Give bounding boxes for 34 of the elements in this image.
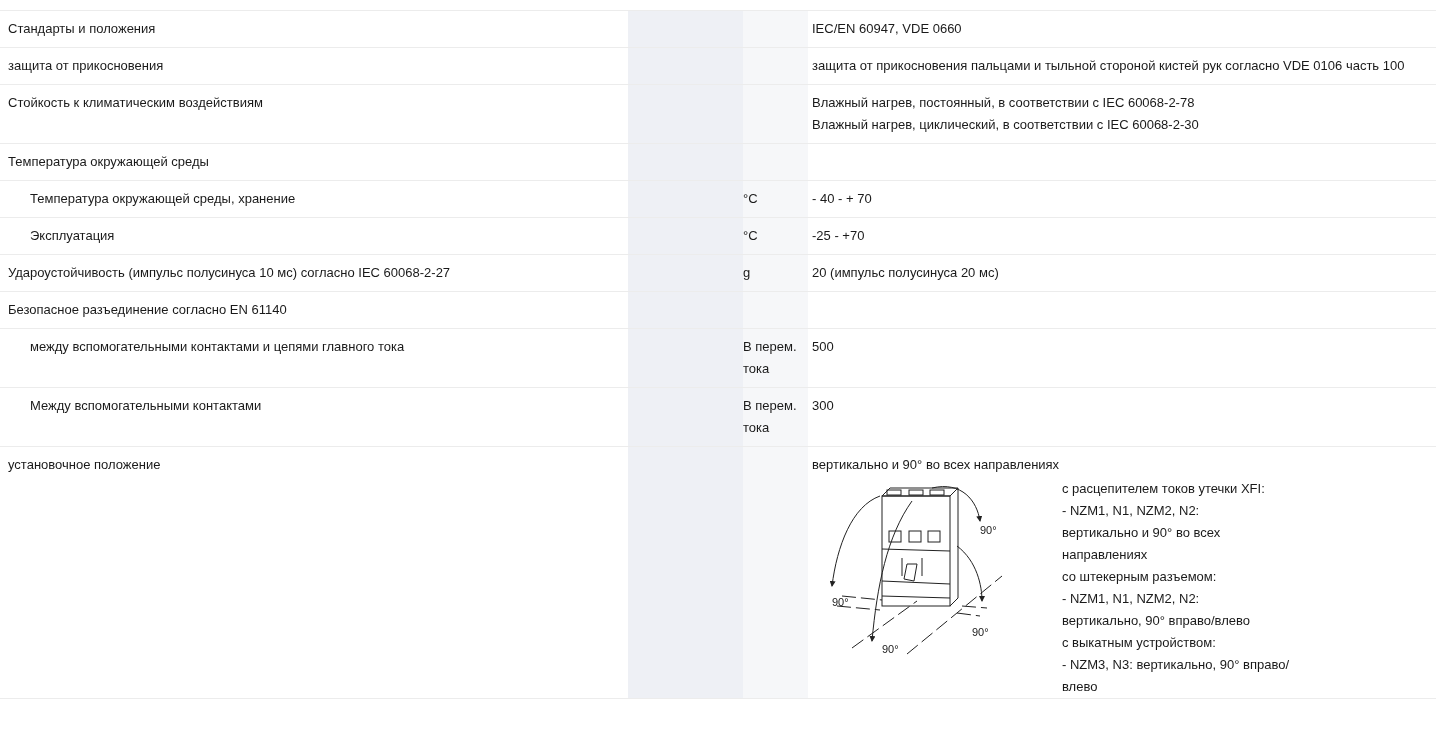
value-text: защита от прикосновения пальцами и тыльной стороной кистей рук согласно VDE 0106 часть 100	[812, 57, 1406, 75]
property-label: Безопасное разъединение согласно EN 61140	[8, 302, 287, 317]
property-label: Между вспомогательными контактами	[30, 398, 262, 413]
property-label: Температура окружающей среды, хранение	[30, 191, 296, 206]
property-label: Стандарты и положения	[8, 21, 156, 36]
unit-label: °C	[743, 227, 759, 245]
note-text: с расцепителем токов утечки XFI:	[1062, 480, 1266, 498]
value-text: - 40 - + 70	[812, 190, 873, 208]
note-text: - NZM1, N1, NZM2, N2:	[1062, 502, 1201, 520]
property-label: Стойкость к климатическим воздействиям	[8, 95, 263, 110]
value-text: вертикально и 90° во всех направлениях	[812, 456, 1061, 474]
breaker-orientation-drawing: 90° 90° 90° 90°	[812, 476, 1032, 666]
property-label: установочное положение	[8, 457, 161, 472]
unit-label: В перем. тока	[743, 338, 798, 378]
unit-label: °C	[743, 190, 759, 208]
value-text: -25 - +70	[812, 227, 866, 245]
property-label: Удароустойчивость (импульс полусинуса 10 мс) согласно IEC 60068-2-27	[8, 265, 451, 280]
value-text: Влажный нагрев, постоянный, в соответствии с IEC 60068-2-78	[812, 94, 1196, 112]
value-text: IEC/EN 60947, VDE 0660	[812, 20, 963, 38]
note-text: с выкатным устройством:	[1062, 634, 1217, 652]
note-text: со штекерным разъемом:	[1062, 568, 1218, 586]
value-text: 20 (импульс полусинуса 20 мс)	[812, 264, 1000, 282]
property-label: Эксплуатация	[30, 228, 115, 243]
value-text: Влажный нагрев, циклический, в соответствии с IEC 60068-2-30	[812, 116, 1200, 134]
property-label: Температура окружающей среды	[8, 154, 209, 169]
property-label: защита от прикосновения	[8, 58, 164, 73]
property-label: между вспомогательными контактами и цепями главного тока	[30, 339, 405, 354]
value-text: 500	[812, 338, 835, 356]
note-text: - NZM3, N3: вертикально, 90° вправо/влево	[1062, 656, 1291, 696]
note-text: вертикально, 90° вправо/влево	[1062, 612, 1252, 630]
unit-label: g	[743, 264, 752, 282]
note-text: - NZM1, N1, NZM2, N2:	[1062, 590, 1201, 608]
value-text: 300	[812, 397, 835, 415]
unit-label: В перем. тока	[743, 397, 798, 437]
